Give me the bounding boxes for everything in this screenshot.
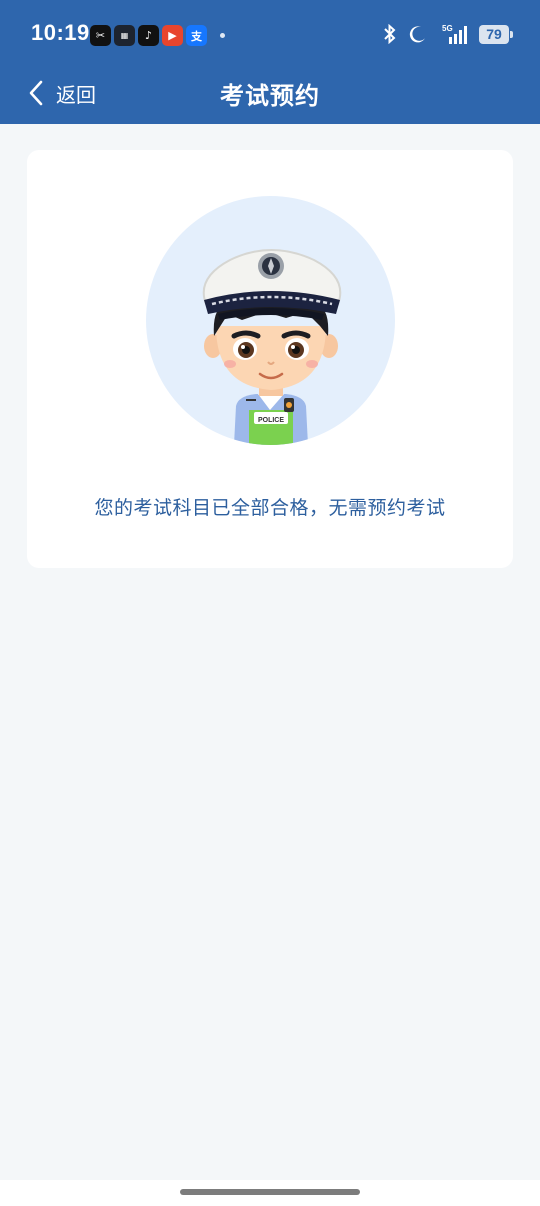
tiktok-icon: ♪ [138, 25, 159, 46]
status-time: 10:19 [31, 20, 90, 45]
video-app-icon: ▶ [162, 25, 183, 46]
battery-icon: 79 [479, 24, 513, 44]
police-avatar: POLICE [146, 196, 395, 445]
header-bar: 10:19 ✂ ▦ ♪ ▶ 支 5G 79 返回 考试预约 [0, 0, 540, 124]
alipay-icon: 支 [186, 25, 207, 46]
notification-icons: ✂ ▦ ♪ ▶ 支 [90, 25, 225, 46]
signal-5g-icon: 5G [442, 24, 467, 44]
more-notifications-dot [220, 33, 225, 38]
status-bar: 10:19 ✂ ▦ ♪ ▶ 支 5G 79 [0, 0, 540, 68]
network-label: 5G [442, 24, 453, 33]
status-right: 5G 79 [383, 23, 513, 45]
nav-bar: 返回 考试预约 [0, 68, 540, 124]
police-badge-label: POLICE [258, 417, 284, 424]
status-message: 您的考试科目已全部合格，无需预约考试 [94, 497, 446, 519]
bluetooth-icon [384, 24, 396, 44]
home-indicator[interactable] [180, 1189, 360, 1195]
news-icon: ▦ [114, 25, 135, 46]
page-title: 考试预约 [220, 82, 320, 110]
capcut-icon: ✂ [90, 25, 111, 46]
moon-icon [409, 26, 425, 43]
police-officer-illustration: POLICE [146, 196, 395, 445]
result-card: POLICE 您的考试科目已全部合格，无需预约考试 [27, 150, 513, 568]
